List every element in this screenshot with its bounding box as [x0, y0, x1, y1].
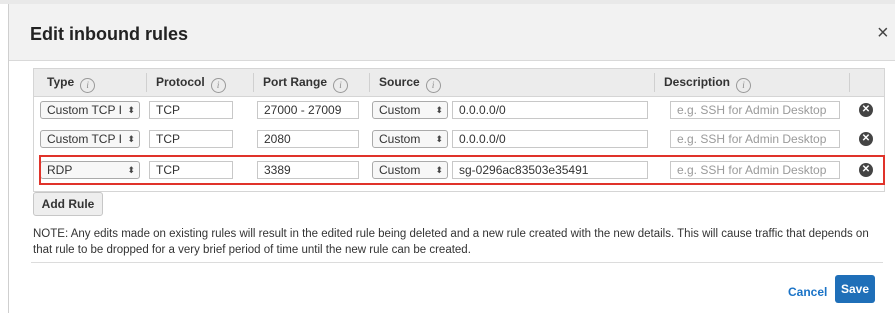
select-caret-icon: ⬍ — [435, 105, 443, 115]
rule-row: Custom TCP I ⬍ TCP 2080 Custom ⬍ 0.0.0.0/0… — [34, 126, 884, 156]
description-input[interactable]: e.g. SSH for Admin Desktop — [670, 161, 840, 179]
type-select[interactable]: Custom TCP I ⬍ — [40, 101, 140, 119]
column-header-description: Description i — [664, 75, 752, 93]
select-caret-icon: ⬍ — [127, 134, 135, 144]
column-divider — [253, 73, 254, 92]
select-caret-icon: ⬍ — [127, 105, 135, 115]
select-caret-icon: ⬍ — [435, 134, 443, 144]
note-text: NOTE: Any edits made on existing rules w… — [33, 228, 869, 256]
source-type-select[interactable]: Custom ⬍ — [372, 161, 448, 179]
source-input[interactable]: 0.0.0.0/0 — [452, 101, 648, 119]
column-divider — [849, 73, 850, 92]
port-range-input[interactable]: 3389 — [257, 161, 359, 179]
column-header-type: Type i — [47, 75, 96, 93]
delete-rule-icon[interactable]: ✕ — [859, 103, 873, 117]
info-icon[interactable]: i — [80, 78, 96, 93]
type-select[interactable]: Custom TCP I ⬍ — [40, 130, 140, 148]
port-range-input[interactable]: 2080 — [257, 130, 359, 148]
column-divider — [654, 73, 655, 92]
rules-table: Type i Protocol i Port Range i Source i Desc… — [33, 68, 885, 192]
table-header: Type i Protocol i Port Range i Source i Desc… — [34, 69, 884, 97]
edit-inbound-rules-dialog: Edit inbound rules × Type i Protocol i Por… — [8, 4, 895, 313]
source-input[interactable]: 0.0.0.0/0 — [452, 130, 648, 148]
protocol-field[interactable]: TCP — [149, 101, 233, 119]
source-type-select[interactable]: Custom ⬍ — [372, 130, 448, 148]
description-input[interactable]: e.g. SSH for Admin Desktop — [670, 101, 840, 119]
delete-rule-icon[interactable]: ✕ — [859, 163, 873, 177]
select-caret-icon: ⬍ — [127, 165, 135, 175]
rule-row: Custom TCP I ⬍ TCP 27000 - 27009 Custom ⬍ … — [34, 97, 884, 127]
rule-row: RDP ⬍ TCP 3389 Custom ⬍ sg-0296ac83503e354… — [34, 157, 884, 187]
save-button[interactable]: Save — [835, 275, 875, 303]
column-header-port-range: Port Range i — [263, 75, 349, 93]
cancel-button[interactable]: Cancel — [788, 285, 827, 299]
close-icon[interactable]: × — [877, 23, 889, 43]
info-icon[interactable]: i — [210, 78, 226, 93]
protocol-field[interactable]: TCP — [149, 161, 233, 179]
dialog-title: Edit inbound rules — [30, 24, 188, 44]
type-select[interactable]: RDP ⬍ — [40, 161, 140, 179]
source-type-select[interactable]: Custom ⬍ — [372, 101, 448, 119]
port-range-input[interactable]: 27000 - 27009 — [257, 101, 359, 119]
source-input[interactable]: sg-0296ac83503e35491 — [452, 161, 648, 179]
info-icon[interactable]: i — [333, 78, 349, 93]
column-divider — [369, 73, 370, 92]
info-icon[interactable]: i — [425, 78, 441, 93]
info-icon[interactable]: i — [736, 78, 752, 93]
dialog-header: Edit inbound rules × — [9, 4, 895, 61]
protocol-field[interactable]: TCP — [149, 130, 233, 148]
column-divider — [146, 73, 147, 92]
column-header-source: Source i — [379, 75, 441, 93]
add-rule-button[interactable]: Add Rule — [33, 192, 103, 216]
column-header-protocol: Protocol i — [156, 75, 226, 93]
delete-rule-icon[interactable]: ✕ — [859, 132, 873, 146]
description-input[interactable]: e.g. SSH for Admin Desktop — [670, 130, 840, 148]
footer-divider — [31, 262, 883, 263]
select-caret-icon: ⬍ — [435, 165, 443, 175]
